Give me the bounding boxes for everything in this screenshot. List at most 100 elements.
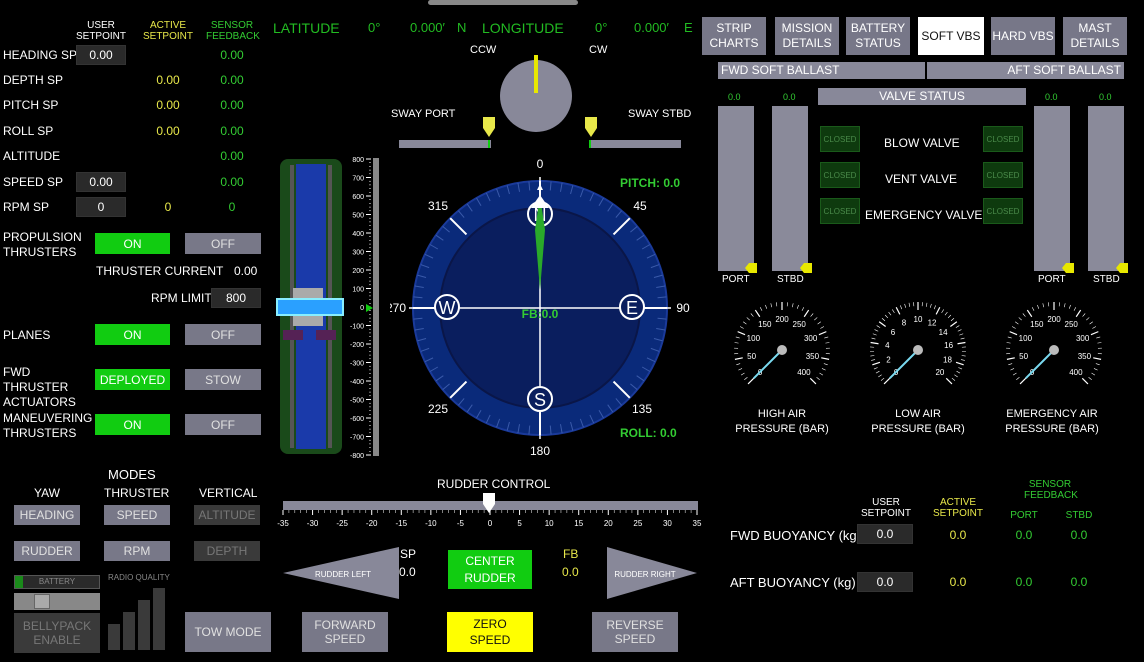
rudder-right-button[interactable]: RUDDER RIGHT — [607, 547, 699, 599]
actuators-stow-button[interactable]: STOW — [185, 369, 261, 390]
tab-mast-details[interactable]: MAST DETAILS — [1063, 17, 1127, 55]
sway-stbd-slider[interactable] — [584, 116, 598, 138]
latitude-label: LATITUDE — [273, 20, 340, 36]
compass: N S W E 0 45 90 135 180 225 270 315 FB:0… — [390, 157, 690, 458]
gauge-tick-label: 16 — [944, 341, 953, 350]
gauge-tick — [908, 302, 911, 307]
gauge-tick — [1068, 304, 1071, 309]
longitude-minutes: 0.000′ — [634, 20, 669, 35]
gauge-tick — [734, 342, 739, 344]
tow-mode-button[interactable]: TOW MODE — [185, 612, 271, 652]
gauge-tick-label: 50 — [1019, 352, 1028, 361]
gauge-tick — [814, 317, 818, 321]
longitude-hemisphere: E — [684, 20, 693, 35]
top-scrollbar[interactable] — [428, 0, 578, 5]
propulsion-on-button[interactable]: ON — [95, 233, 170, 254]
fwd-buoyancy-active: 0.0 — [949, 528, 967, 542]
speed-sp-input[interactable]: 0.00 — [76, 172, 126, 192]
gauge-tick — [883, 377, 891, 385]
bellypack-slider-handle[interactable] — [34, 594, 50, 609]
gauge-tick — [900, 305, 903, 310]
rpm-limit-input[interactable]: 800 — [211, 288, 261, 308]
rpm-mode-button[interactable]: RPM — [104, 541, 170, 561]
gauge-tick — [1019, 377, 1027, 385]
forward-speed-button[interactable]: FORWARD SPEED — [302, 612, 388, 652]
tab-battery-status[interactable]: BATTERY STATUS — [846, 17, 910, 55]
tank-aft-stbd-value: 0.0 — [1099, 92, 1112, 102]
gauge-tick — [870, 341, 879, 345]
depth-tick-label: 600 — [352, 194, 364, 201]
heading-sp-label: HEADING SP — [3, 48, 78, 62]
tank-aft-port-label: PORT — [1038, 274, 1066, 285]
gauge-tick — [737, 331, 746, 336]
heading-mode-button[interactable]: HEADING — [14, 505, 80, 525]
gauge-tick — [880, 377, 885, 381]
depth-mode-button[interactable]: DEPTH — [194, 541, 260, 561]
gauge-tick-label: 400 — [1069, 368, 1083, 377]
rudder-tick-label: 15 — [574, 519, 583, 528]
rudder-tick-label: 35 — [693, 519, 702, 528]
bellypack-slider[interactable] — [14, 593, 100, 610]
sway-port-slider[interactable] — [482, 116, 496, 138]
tab-strip-charts[interactable]: STRIP CHARTS — [702, 17, 766, 55]
zero-speed-button[interactable]: ZERO SPEED — [447, 612, 533, 652]
gauge-tick — [1090, 331, 1099, 336]
gauge-tick-label: 300 — [804, 334, 818, 343]
heading-sp-input[interactable]: 0.00 — [76, 45, 126, 65]
sway-stbd-bar — [589, 140, 681, 148]
heading-sp-feedback: 0.00 — [220, 48, 244, 62]
gauge-tick-label: 350 — [1078, 352, 1092, 361]
tab-mission-details[interactable]: MISSION DETAILS — [775, 17, 839, 55]
gauge-tick — [821, 357, 830, 360]
tab-hard-vbs[interactable]: HARD VBS — [991, 17, 1055, 55]
gauge-tick — [1007, 336, 1012, 339]
yaw-thruster-dial[interactable] — [500, 55, 572, 132]
actuators-deployed-button[interactable]: DEPLOYED — [95, 369, 170, 390]
tank-fwd-stbd-marker — [800, 263, 812, 273]
center-rudder-button[interactable]: CENTER RUDDER — [448, 550, 532, 589]
depth-slider-handle[interactable] — [276, 298, 344, 316]
gauge-tick — [1089, 321, 1094, 325]
gauge-tick — [955, 325, 960, 328]
propulsion-off-button[interactable]: OFF — [185, 233, 261, 254]
radio-bar-1 — [108, 624, 120, 650]
maneuvering-on-button[interactable]: ON — [95, 414, 170, 435]
thruster-mode-label: THRUSTER — [104, 486, 170, 500]
depth-handle-bottom — [293, 316, 323, 326]
aft-buoyancy-active: 0.0 — [949, 575, 967, 589]
depth-indicator-left — [283, 330, 303, 340]
tab-soft-vbs[interactable]: SOFT VBS — [918, 17, 984, 55]
gauge-tick — [770, 303, 773, 308]
propulsion-thrusters-label: PROPULSION THRUSTERS — [3, 230, 82, 259]
gauge-tick — [1026, 309, 1033, 318]
fwd-buoyancy-input[interactable]: 0.0 — [857, 524, 913, 544]
speed-mode-button[interactable]: SPEED — [104, 505, 170, 525]
planes-on-button[interactable]: ON — [95, 324, 170, 345]
radio-bar-3 — [138, 600, 150, 650]
bellypack-enable-button[interactable]: BELLYPACK ENABLE — [14, 613, 100, 653]
rudder-mode-button[interactable]: RUDDER — [14, 541, 80, 561]
gauge-tick — [1096, 336, 1101, 339]
gauge-tick-label: 18 — [943, 356, 952, 365]
tank-fwd-port-marker — [745, 263, 757, 273]
planes-off-button[interactable]: OFF — [185, 324, 261, 345]
gauge-tick — [1093, 368, 1098, 371]
aft-buoyancy-input[interactable]: 0.0 — [857, 572, 913, 592]
gauge-tick-label: 100 — [1019, 334, 1033, 343]
maneuvering-off-button[interactable]: OFF — [185, 414, 261, 435]
gauge-tick — [876, 325, 881, 328]
gauge-tick — [742, 321, 747, 325]
gauge-tick-label: 400 — [797, 368, 811, 377]
rpm-sp-label: RPM SP — [3, 200, 50, 214]
depth-tick-label: -300 — [350, 361, 364, 368]
gauge-tick — [747, 377, 755, 385]
reverse-speed-button[interactable]: REVERSE SPEED — [592, 612, 678, 652]
latitude-hemisphere: N — [457, 20, 467, 35]
gauge-tick — [1010, 368, 1015, 371]
altitude-mode-button[interactable]: ALTITUDE — [194, 505, 260, 525]
gauge-tick — [1092, 326, 1097, 329]
aft-buoyancy-port: 0.0 — [1015, 575, 1033, 589]
roll-sp-feedback: 0.00 — [220, 124, 244, 138]
rudder-left-button[interactable]: RUDDER LEFT — [283, 547, 401, 599]
rpm-sp-input[interactable]: 0 — [76, 197, 126, 217]
